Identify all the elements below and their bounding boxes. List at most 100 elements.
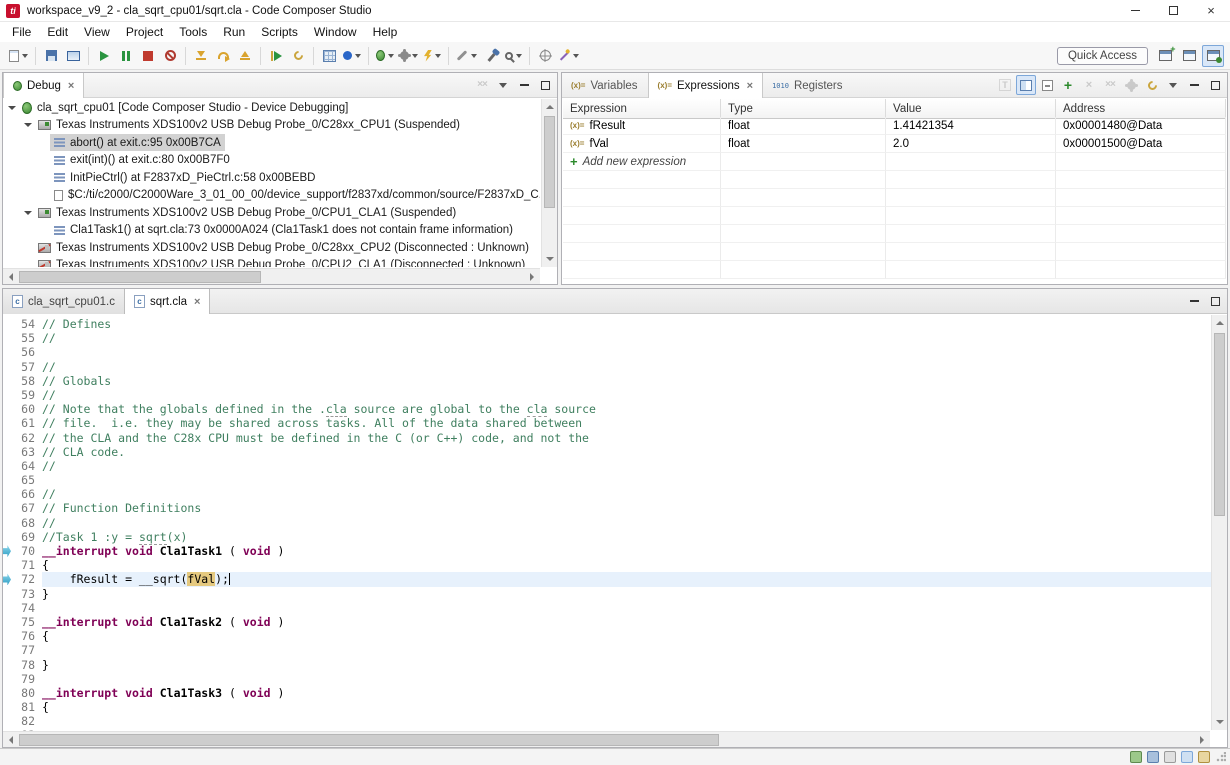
- debug-tree-item[interactable]: InitPieCtrl() at F2837xD_PieCtrl.c:58 0x…: [4, 169, 540, 187]
- code-line-58[interactable]: 58// Globals: [3, 374, 1211, 388]
- column-header-address[interactable]: Address: [1056, 99, 1226, 119]
- line-gutter[interactable]: [3, 714, 12, 728]
- progress-icon[interactable]: [1130, 751, 1142, 763]
- tab-registers[interactable]: 1010Registers: [763, 73, 852, 98]
- maximize-button[interactable]: [535, 75, 555, 95]
- code-text[interactable]: __interrupt void Cla1Task2 ( void ): [42, 615, 1211, 629]
- line-gutter[interactable]: [3, 459, 12, 473]
- expression-cell[interactable]: (x)=fResult: [563, 117, 721, 135]
- tab-debug[interactable]: Debug ×: [3, 73, 84, 98]
- address-cell[interactable]: 0x00001500@Data: [1056, 135, 1226, 153]
- column-header-value[interactable]: Value: [886, 99, 1056, 119]
- console-status-icon[interactable]: [1164, 751, 1176, 763]
- line-gutter[interactable]: [3, 544, 12, 558]
- view-menu-button[interactable]: [1163, 75, 1183, 95]
- code-text[interactable]: // Note that the globals defined in the …: [42, 402, 1211, 416]
- line-number[interactable]: 59: [12, 388, 42, 402]
- code-text[interactable]: // Globals: [42, 374, 1211, 388]
- line-number[interactable]: 79: [12, 672, 42, 686]
- column-header-expression[interactable]: Expression: [563, 99, 721, 119]
- code-line-79[interactable]: 79: [3, 672, 1211, 686]
- line-number[interactable]: 70: [12, 544, 42, 558]
- line-gutter[interactable]: [3, 487, 12, 501]
- trace-button[interactable]: [453, 45, 480, 67]
- line-number[interactable]: 57: [12, 360, 42, 374]
- code-line-70[interactable]: 70__interrupt void Cla1Task1 ( void ): [3, 544, 1211, 558]
- expression-cell[interactable]: (x)=fVal: [563, 135, 721, 153]
- restart-button[interactable]: [265, 45, 287, 67]
- notifications-icon[interactable]: [1198, 751, 1210, 763]
- code-text[interactable]: //: [42, 331, 1211, 345]
- line-number[interactable]: 76: [12, 629, 42, 643]
- scroll-left-button[interactable]: [3, 269, 19, 285]
- step-return-button[interactable]: [234, 45, 256, 67]
- line-gutter[interactable]: [3, 516, 12, 530]
- profile-button[interactable]: [397, 45, 421, 67]
- line-number[interactable]: 54: [12, 317, 42, 331]
- debug-tree-item[interactable]: $C:/ti/c2000/C2000Ware_3_01_00_00/device…: [4, 187, 540, 205]
- expander-icon[interactable]: [22, 211, 34, 215]
- line-gutter[interactable]: [3, 558, 12, 572]
- code-text[interactable]: //Task 1 :y = sqrt(x): [42, 530, 1211, 544]
- minimize-button[interactable]: [1184, 75, 1204, 95]
- debug-tree-item[interactable]: Texas Instruments XDS100v2 USB Debug Pro…: [4, 257, 540, 268]
- code-text[interactable]: [42, 345, 1211, 359]
- line-gutter[interactable]: [3, 473, 12, 487]
- close-tab-icon[interactable]: ×: [194, 296, 200, 308]
- code-line-76[interactable]: 76{: [3, 629, 1211, 643]
- line-gutter[interactable]: [3, 530, 12, 544]
- line-number[interactable]: 58: [12, 374, 42, 388]
- resume-button[interactable]: [93, 45, 115, 67]
- code-text[interactable]: //: [42, 459, 1211, 473]
- line-gutter[interactable]: [3, 331, 12, 345]
- line-number[interactable]: 61: [12, 416, 42, 430]
- flash-button[interactable]: [421, 45, 444, 67]
- code-text[interactable]: // file. i.e. they may be shared across …: [42, 416, 1211, 430]
- close-tab-icon[interactable]: ×: [747, 80, 753, 92]
- scroll-left-button[interactable]: [3, 732, 19, 748]
- line-number[interactable]: 67: [12, 501, 42, 515]
- scroll-down-button[interactable]: [542, 251, 558, 267]
- save-button[interactable]: [40, 45, 62, 67]
- code-text[interactable]: [42, 473, 1211, 487]
- code-text[interactable]: __interrupt void Cla1Task3 ( void ): [42, 686, 1211, 700]
- tips-icon[interactable]: [1181, 751, 1193, 763]
- refresh-view-button[interactable]: [1142, 75, 1162, 95]
- line-number[interactable]: 63: [12, 445, 42, 459]
- debug-tree-item[interactable]: Cla1Task1() at sqrt.cla:73 0x0000A024 (C…: [4, 222, 540, 240]
- editor-tab-sqrt-cla[interactable]: csqrt.cla×: [125, 289, 211, 314]
- line-number[interactable]: 68: [12, 516, 42, 530]
- line-gutter[interactable]: [3, 416, 12, 430]
- scrollbar-thumb[interactable]: [19, 271, 261, 283]
- menu-file[interactable]: File: [4, 23, 39, 41]
- code-line-54[interactable]: 54// Defines: [3, 317, 1211, 331]
- line-gutter[interactable]: [3, 345, 12, 359]
- code-line-69[interactable]: 69//Task 1 :y = sqrt(x): [3, 530, 1211, 544]
- minimize-button[interactable]: [514, 75, 534, 95]
- type-cell[interactable]: float: [721, 117, 886, 135]
- menu-edit[interactable]: Edit: [39, 23, 76, 41]
- maximize-window-button[interactable]: [1154, 0, 1192, 22]
- column-header-type[interactable]: Type: [721, 99, 886, 119]
- code-text[interactable]: // CLA code.: [42, 445, 1211, 459]
- remove-expression-button[interactable]: ×: [1079, 75, 1099, 95]
- code-text[interactable]: // Function Definitions: [42, 501, 1211, 515]
- code-text[interactable]: //: [42, 360, 1211, 374]
- line-gutter[interactable]: [3, 587, 12, 601]
- add-expression-button[interactable]: +: [1058, 75, 1078, 95]
- line-number[interactable]: 60: [12, 402, 42, 416]
- debug-tree-item[interactable]: Texas Instruments XDS100v2 USB Debug Pro…: [4, 117, 540, 135]
- line-gutter[interactable]: [3, 388, 12, 402]
- code-line-64[interactable]: 64//: [3, 459, 1211, 473]
- line-number[interactable]: 62: [12, 431, 42, 445]
- show-type-names-button[interactable]: T: [995, 75, 1015, 95]
- code-text[interactable]: //: [42, 516, 1211, 530]
- debug-tree-item[interactable]: Texas Instruments XDS100v2 USB Debug Pro…: [4, 239, 540, 257]
- disconnect-button[interactable]: [159, 45, 181, 67]
- quick-access-button[interactable]: Quick Access: [1057, 47, 1148, 65]
- line-gutter[interactable]: [3, 501, 12, 515]
- type-cell[interactable]: float: [721, 135, 886, 153]
- open-console-button[interactable]: [62, 45, 84, 67]
- line-number[interactable]: 55: [12, 331, 42, 345]
- quick-fix-button[interactable]: [556, 45, 582, 67]
